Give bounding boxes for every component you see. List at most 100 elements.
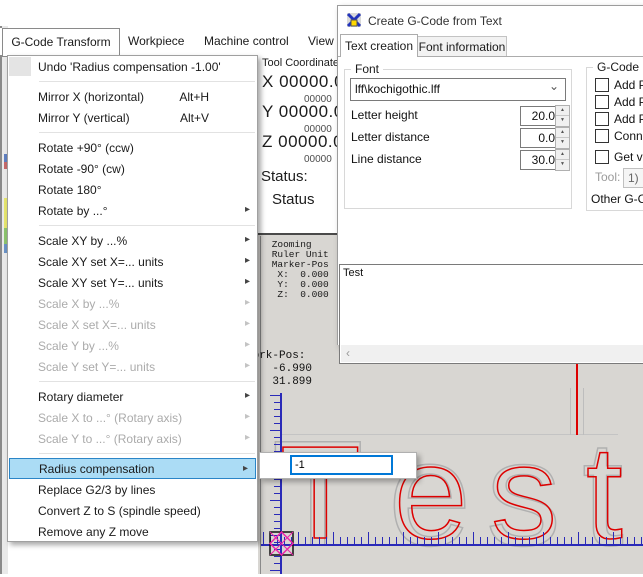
coordinate-z-sub: 00000	[304, 154, 332, 165]
scroll-left-icon[interactable]: ‹	[346, 346, 350, 360]
tool-coordinate-header: Tool Coordinate	[262, 57, 339, 69]
submenu-arrow-icon: ▸	[245, 432, 250, 443]
letter-height-input[interactable]: 20.0	[520, 106, 559, 126]
line-distance-label: Line distance	[351, 152, 422, 166]
menu-workpiece[interactable]: Workpiece	[120, 28, 192, 55]
menu-item-scale-xy-set-y[interactable]: Scale XY set Y=... units ▸	[8, 272, 257, 293]
text-input-area[interactable]: Test ‹	[339, 264, 643, 364]
font-group-label: Font	[351, 62, 383, 76]
submenu-arrow-icon: ▸	[245, 234, 250, 245]
origin-marker-icon	[269, 531, 294, 561]
letter-distance-stepper[interactable]: ▲ ▼	[555, 127, 570, 149]
submenu-arrow-icon: ▸	[245, 255, 250, 266]
submenu-arrow-icon: ▸	[245, 318, 250, 329]
checkbox-label: Conne	[614, 129, 643, 143]
horizontal-ruler	[261, 544, 643, 546]
spin-up-icon[interactable]: ▲	[556, 106, 569, 116]
checkbox-label: Get va	[614, 150, 643, 164]
line-distance-stepper[interactable]: ▲ ▼	[555, 149, 570, 171]
shortcut-label: Alt+H	[179, 90, 209, 104]
app-icon	[346, 12, 362, 33]
submenu-arrow-icon: ▸	[245, 204, 250, 215]
checkbox-label: Add P	[614, 95, 643, 109]
checkbox[interactable]	[595, 78, 609, 92]
cad-canvas-border	[260, 236, 261, 574]
canvas-info-text: Zooming Ruler Unit Marker-Pos X: 0.000 Y…	[266, 240, 329, 300]
text-input-value: Test	[343, 267, 363, 279]
checkbox-label: Add P	[614, 112, 643, 126]
menu-separator	[39, 453, 255, 454]
menu-item-rotate-by[interactable]: Rotate by ...° ▸	[8, 200, 257, 221]
menu-separator	[39, 225, 255, 226]
other-gcode-label: Other G-C	[591, 192, 643, 206]
menu-item-remove-z[interactable]: Remove any Z move	[8, 521, 257, 542]
font-select[interactable]: lff\kochigothic.lff ⌄	[350, 78, 566, 101]
font-group: Font lff\kochigothic.lff ⌄ Letter height…	[344, 69, 572, 209]
coordinate-x: X 00000.0	[262, 72, 344, 92]
horizontal-scrollbar[interactable]: ‹	[341, 345, 643, 362]
letter-height-label: Letter height	[351, 108, 418, 122]
menu-item-scale-xy-set-x[interactable]: Scale XY set X=... units ▸	[8, 251, 257, 272]
menu-machine-control[interactable]: Machine control	[196, 28, 297, 55]
submenu-arrow-icon: ▸	[245, 297, 250, 308]
radius-value-input[interactable]	[290, 455, 393, 475]
spin-up-icon[interactable]: ▲	[556, 150, 569, 160]
status-value: Status	[272, 191, 315, 208]
chevron-down-icon[interactable]: ⌄	[549, 79, 559, 93]
toolpath-lead-outline	[570, 388, 584, 435]
menu-item-radius-compensation[interactable]: Radius compensation ▸	[9, 458, 256, 479]
tab-font-information[interactable]: Font information	[417, 36, 507, 57]
menu-item-scale-x-rotary: Scale X to ...° (Rotary axis) ▸	[8, 407, 257, 428]
checkbox-label: Add P	[614, 78, 643, 92]
menu-item-scale-x-set-x: Scale X set X=... units ▸	[8, 314, 257, 335]
tab-text-creation[interactable]: Text creation	[340, 34, 418, 57]
radius-compensation-popup	[259, 452, 417, 479]
spin-down-icon[interactable]: ▼	[556, 116, 569, 125]
checkbox[interactable]	[595, 129, 609, 143]
line-distance-input[interactable]: 30.0	[520, 150, 559, 170]
tab-page: Font lff\kochigothic.lff ⌄ Letter height…	[338, 56, 643, 345]
menu-separator	[39, 81, 255, 82]
submenu-arrow-icon: ▸	[243, 463, 248, 474]
tool-select[interactable]: 1)	[623, 168, 643, 188]
menu-item-scale-y-rotary: Scale Y to ...° (Rotary axis) ▸	[8, 428, 257, 449]
spin-down-icon[interactable]: ▼	[556, 160, 569, 169]
spin-up-icon[interactable]: ▲	[556, 128, 569, 138]
submenu-arrow-icon: ▸	[245, 276, 250, 287]
horizontal-ruler-major-ticks	[263, 532, 643, 544]
menu-item-scale-xy-percent[interactable]: Scale XY by ...% ▸	[8, 230, 257, 251]
checkbox[interactable]	[595, 95, 609, 109]
menu-item-rotary-diameter[interactable]: Rotary diameter ▸	[8, 386, 257, 407]
coordinate-z: Z 00000.0	[262, 132, 343, 152]
submenu-arrow-icon: ▸	[245, 411, 250, 422]
undo-icon	[9, 57, 31, 76]
menu-separator	[39, 381, 255, 382]
letter-distance-input[interactable]: 0.0	[520, 128, 559, 148]
letter-height-stepper[interactable]: ▲ ▼	[555, 105, 570, 127]
status-label: Status:	[261, 168, 308, 185]
menu-item-convert-z-to-s[interactable]: Convert Z to S (spindle speed)	[8, 500, 257, 521]
menu-item-mirror-y[interactable]: Mirror Y (vertical) Alt+V	[8, 107, 257, 128]
gcode-group-label: G-Code	[593, 60, 643, 74]
menu-item-mirror-x[interactable]: Mirror X (horizontal) Alt+H	[8, 86, 257, 107]
menu-item-undo[interactable]: Undo 'Radius compensation -1.00'	[8, 56, 257, 77]
submenu-arrow-icon: ▸	[245, 390, 250, 401]
menu-view[interactable]: View	[300, 28, 342, 55]
spin-down-icon[interactable]: ▼	[556, 138, 569, 147]
menu-separator	[39, 132, 255, 133]
dialog-title: Create G-Code from Text	[368, 14, 502, 28]
coordinate-y: Y 00000.0	[262, 102, 344, 122]
submenu-arrow-icon: ▸	[245, 360, 250, 371]
menu-gcode-transform[interactable]: G-Code Transform	[2, 28, 120, 57]
menu-item-scale-x-percent: Scale X by ...% ▸	[8, 293, 257, 314]
checkbox[interactable]	[595, 150, 609, 164]
menu-item-rotate-cw[interactable]: Rotate -90° (cw)	[8, 158, 257, 179]
menu-item-replace-g23[interactable]: Replace G2/3 by lines	[8, 479, 257, 500]
menu-item-rotate-180[interactable]: Rotate 180°	[8, 179, 257, 200]
checkbox[interactable]	[595, 112, 609, 126]
letter-distance-label: Letter distance	[351, 130, 430, 144]
menu-item-rotate-ccw[interactable]: Rotate +90° (ccw)	[8, 137, 257, 158]
submenu-arrow-icon: ▸	[245, 339, 250, 350]
gcode-group: G-Code Add P Add P Add P Conne Get va To…	[586, 67, 643, 211]
menu-item-scale-y-set-y: Scale Y set Y=... units ▸	[8, 356, 257, 377]
